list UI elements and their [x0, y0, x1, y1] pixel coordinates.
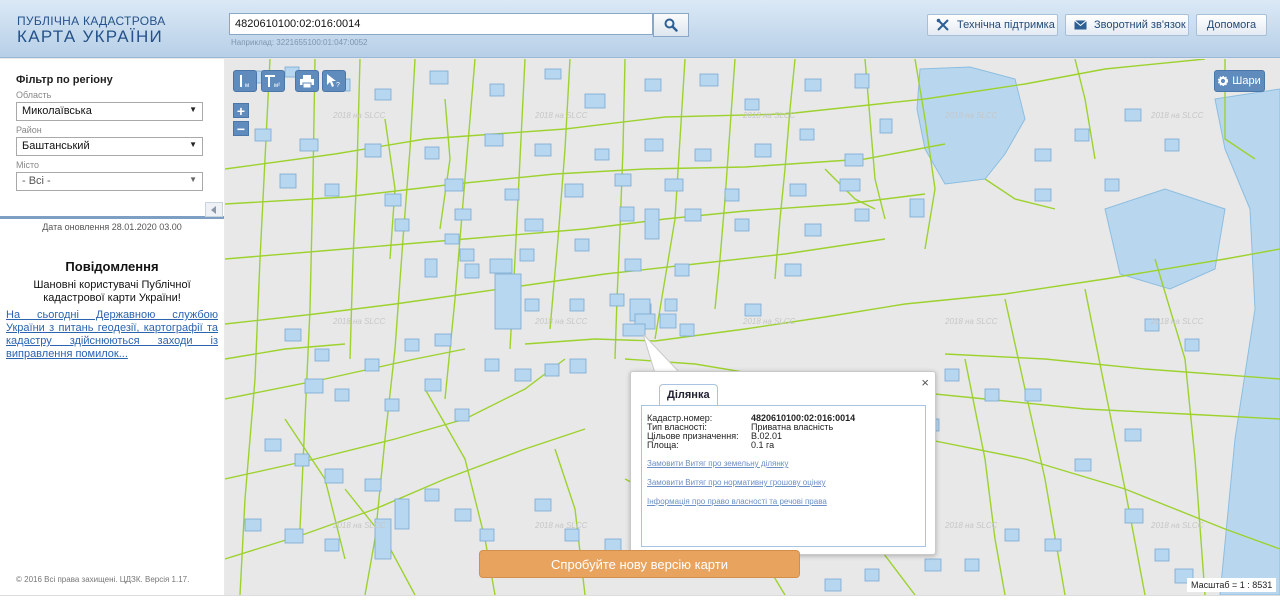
cursor-question-icon: ? — [327, 74, 340, 88]
update-date: Дата оновлення 28.01.2020 03.00 — [42, 222, 182, 232]
search-hint: Наприклад: 3221655100:01:047:0052 — [231, 38, 368, 47]
watermark: 2018 на SLCC — [333, 111, 386, 120]
chevron-down-icon: ▼ — [189, 140, 197, 149]
notice-text: Шановні користувачі Публічної кадастрово… — [33, 279, 191, 304]
close-icon[interactable]: × — [921, 375, 929, 390]
field-key: Площа: — [647, 440, 679, 450]
watermark: 2018 на SLCC — [945, 317, 998, 326]
gear-icon — [1218, 76, 1229, 86]
identify-button[interactable]: ? — [322, 70, 346, 92]
parcel-info-panel: Кадастр.номер: 4820610100:02:016:0014 Тип… — [641, 405, 926, 547]
city-value: - Всі - — [22, 175, 51, 187]
feedback-label: Зворотний зв'язок — [1094, 19, 1186, 31]
ruler-icon: м — [240, 75, 249, 88]
district-label: Район — [16, 125, 42, 135]
tech-support-label: Технічна підтримка — [957, 19, 1055, 31]
water-areas — [916, 66, 1280, 595]
help-label: Допомога — [1206, 19, 1257, 31]
print-icon — [300, 74, 314, 88]
feedback-button[interactable]: Зворотний зв'язок — [1065, 14, 1189, 36]
logo-line2: КАРТА УКРАЇНИ — [17, 27, 164, 46]
watermark: 2018 на SLCC — [1151, 111, 1204, 120]
layers-label: Шари — [1232, 75, 1261, 87]
sidebar: Фільтр по регіону Область Миколаївська ▼… — [0, 59, 224, 595]
svg-text:м: м — [245, 83, 249, 88]
svg-text:м²: м² — [274, 83, 280, 88]
watermark: 2018 на SLCC — [535, 111, 588, 120]
chevron-left-icon — [211, 205, 216, 214]
region-select[interactable]: Миколаївська ▼ — [16, 102, 203, 121]
measure-distance-button[interactable]: м — [233, 70, 257, 92]
field-area: Площа: 0.1 га — [647, 440, 774, 450]
order-land-extract-link[interactable]: Замовити Витяг про земельну ділянку — [647, 459, 788, 468]
tab-parcel[interactable]: Ділянка — [659, 384, 718, 406]
filter-title: Фільтр по регіону — [16, 74, 113, 86]
try-new-version-button[interactable]: Спробуйте нову версію карти — [479, 550, 800, 578]
region-filter: Фільтр по регіону Область Миколаївська ▼… — [0, 59, 224, 219]
chevron-down-icon: ▼ — [189, 175, 197, 184]
area-ruler-icon: м² — [265, 75, 280, 88]
search-icon — [664, 18, 678, 32]
copyright: © 2016 Всі права захищені. ЦДЗК. Версія … — [16, 575, 190, 584]
svg-text:?: ? — [336, 82, 340, 88]
site-logo[interactable]: ПУБЛІЧНА КАДАСТРОВА КАРТА УКРАЇНИ — [17, 14, 166, 46]
notice-title: Повідомлення — [65, 259, 159, 274]
logo-line1: ПУБЛІЧНА КАДАСТРОВА — [17, 14, 166, 28]
district-select[interactable]: Баштанський ▼ — [16, 137, 203, 156]
search-input[interactable] — [229, 13, 653, 35]
watermark: 2018 на SLCC — [535, 317, 588, 326]
help-button[interactable]: Допомога — [1196, 14, 1267, 36]
watermark: 2018 на SLCC — [333, 317, 386, 326]
tech-support-button[interactable]: Технічна підтримка — [927, 14, 1058, 36]
tools-icon — [936, 18, 950, 32]
ownership-info-link[interactable]: Інформація про право власності та речові… — [647, 497, 827, 506]
status-bar — [0, 595, 1280, 605]
region-label: Область — [16, 90, 52, 100]
zoom-in-button[interactable]: + — [233, 103, 249, 118]
city-label: Місто — [16, 160, 40, 170]
envelope-icon — [1074, 20, 1087, 30]
watermark: 2018 на SLCC — [945, 111, 998, 120]
collapse-sidebar-button[interactable] — [205, 202, 223, 217]
map-view[interactable]: 2018 на SLCC 2018 на SLCC 2018 на SLCC 2… — [225, 59, 1280, 595]
parcel-popup: × Ділянка Кадастр.номер: 4820610100:02:01… — [630, 371, 936, 555]
watermark: 2018 на SLCC — [1151, 317, 1204, 326]
notice-link[interactable]: На сьогодні Державною службою України з … — [6, 309, 218, 361]
layers-button[interactable]: Шари — [1214, 70, 1265, 92]
header: ПУБЛІЧНА КАДАСТРОВА КАРТА УКРАЇНИ Наприк… — [0, 0, 1280, 58]
order-valuation-extract-link[interactable]: Замовити Витяг про нормативну грошову оц… — [647, 478, 826, 487]
print-button[interactable] — [295, 70, 319, 92]
zoom-out-button[interactable]: − — [233, 121, 249, 136]
search-button[interactable] — [653, 13, 689, 37]
field-value: 0.1 га — [751, 440, 775, 450]
region-value: Миколаївська — [22, 105, 92, 117]
watermark: 2018 на SLCC — [333, 521, 386, 530]
watermark: 2018 на SLCC — [945, 521, 998, 530]
city-select[interactable]: - Всі - ▼ — [16, 172, 203, 191]
watermark: 2018 на SLCC — [535, 521, 588, 530]
watermark: 2018 на SLCC — [1151, 521, 1204, 530]
measure-area-button[interactable]: м² — [261, 70, 285, 92]
chevron-down-icon: ▼ — [189, 105, 197, 114]
watermark: 2018 на SLCC — [743, 111, 796, 120]
watermark: 2018 на SLCC — [743, 317, 796, 326]
district-value: Баштанський — [22, 140, 90, 152]
map-scale: Масштаб = 1 : 8531 — [1187, 578, 1277, 592]
